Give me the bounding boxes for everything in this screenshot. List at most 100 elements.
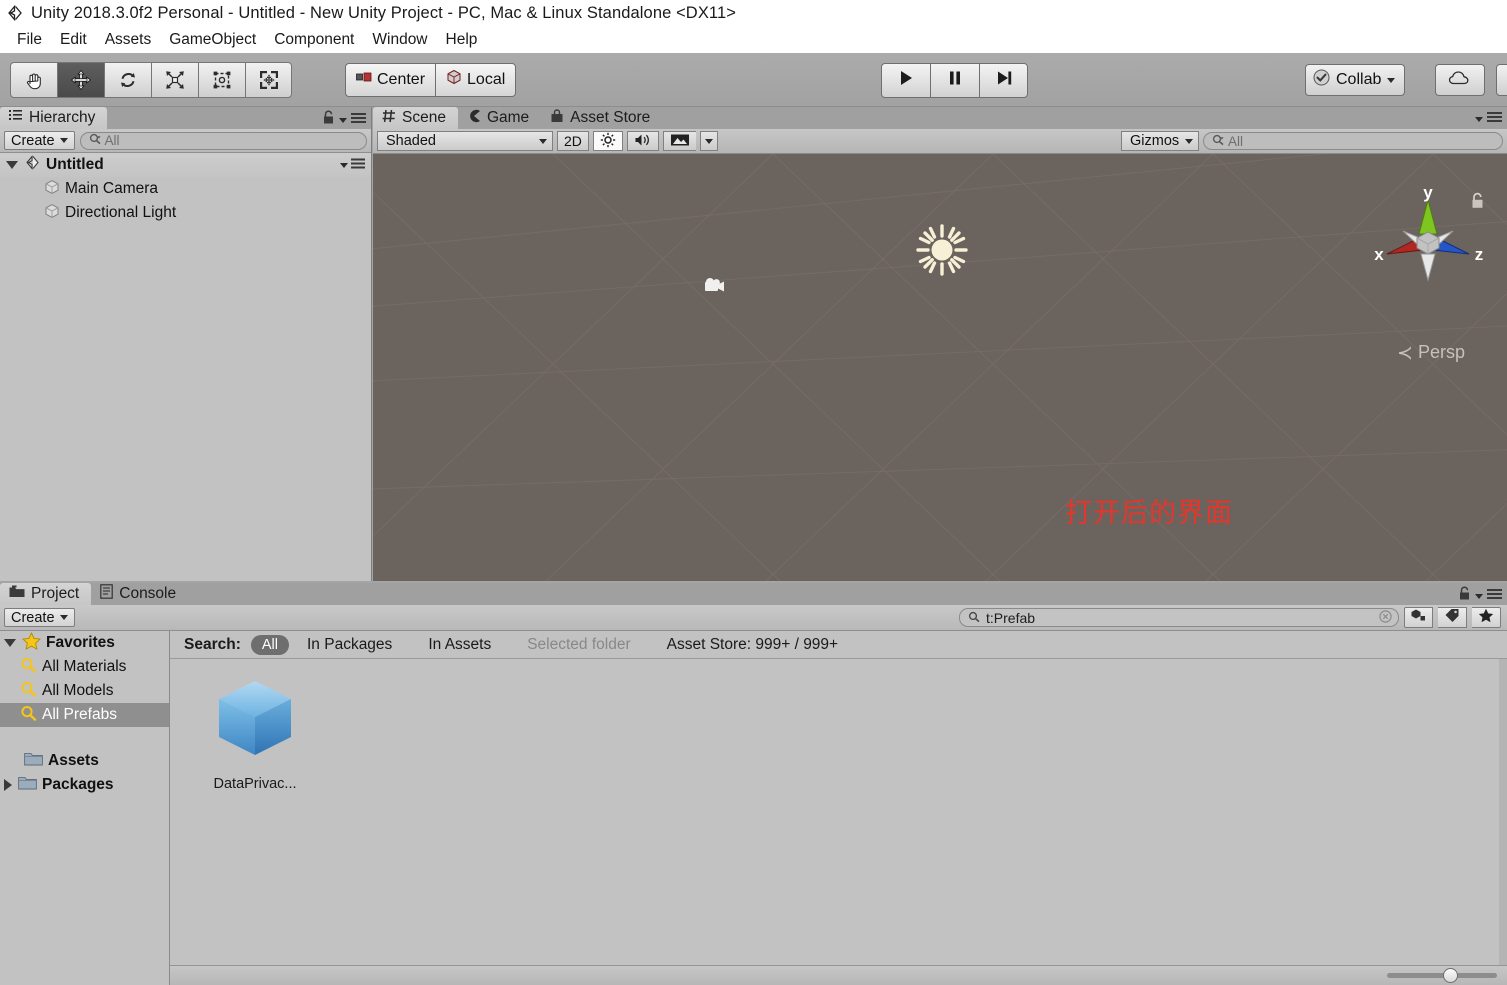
scene-viewport[interactable]: 打开后的界面 xyxy=(373,154,1507,581)
project-content: Search: All In Packages In Assets Select… xyxy=(170,631,1507,985)
lock-icon[interactable] xyxy=(322,110,335,130)
clear-x-icon[interactable] xyxy=(1379,610,1392,626)
hand-tool-button[interactable] xyxy=(10,62,57,98)
rect-tool-button[interactable] xyxy=(198,62,245,98)
search-filter-asset-store[interactable]: Asset Store: 999+ / 999+ xyxy=(649,636,856,654)
step-forward-icon xyxy=(994,68,1014,93)
scene-search-input[interactable]: All xyxy=(1203,132,1503,150)
chevron-down-icon[interactable] xyxy=(4,639,16,647)
hierarchy-item-directional-light[interactable]: Directional Light xyxy=(0,201,371,225)
pivot-mode-button[interactable]: Center xyxy=(345,63,435,97)
tab-console[interactable]: Console xyxy=(91,583,188,605)
draw-mode-dropdown[interactable]: Shaded xyxy=(377,131,553,151)
pause-button[interactable] xyxy=(930,63,979,98)
asset-item-dataprivacy[interactable]: DataPrivac... xyxy=(196,675,314,792)
hierarchy-create-label: Create xyxy=(11,133,55,149)
panel-menu-icon[interactable] xyxy=(1487,110,1502,128)
slider-knob[interactable] xyxy=(1443,968,1458,983)
saved-search-icon xyxy=(20,657,37,678)
collab-button[interactable]: Collab xyxy=(1305,64,1405,96)
favorite-filter-button[interactable] xyxy=(1472,607,1501,628)
chevron-down-icon xyxy=(340,163,348,168)
asset-zoom-slider[interactable] xyxy=(1387,969,1497,983)
account-button[interactable] xyxy=(1496,64,1507,96)
gizmos-dropdown[interactable]: Gizmos xyxy=(1121,131,1199,151)
rect-transform-icon xyxy=(211,69,233,91)
svg-text:x: x xyxy=(1374,245,1384,264)
project-search-input[interactable]: t:Prefab xyxy=(959,608,1399,627)
tab-asset-store[interactable]: Asset Store xyxy=(541,107,662,129)
rotate-tool-button[interactable] xyxy=(104,62,151,98)
toggle-lighting-button[interactable] xyxy=(593,131,623,151)
asset-grid-scrollbar[interactable] xyxy=(1499,659,1507,965)
saved-search-icon xyxy=(20,705,37,726)
toggle-audio-button[interactable] xyxy=(627,131,659,151)
hierarchy-scene-row[interactable]: Untitled xyxy=(0,153,371,177)
menu-component[interactable]: Component xyxy=(265,29,363,51)
project-tree-favorites[interactable]: Favorites xyxy=(0,631,169,655)
hierarchy-item-main-camera[interactable]: Main Camera xyxy=(0,177,371,201)
search-filter-in-packages[interactable]: In Packages xyxy=(289,636,410,654)
panel-menu-icon[interactable] xyxy=(351,111,366,129)
project-tree-all-models[interactable]: All Models xyxy=(0,679,169,703)
tab-game[interactable]: Game xyxy=(458,107,541,129)
menu-window[interactable]: Window xyxy=(363,29,436,51)
project-tree-all-materials[interactable]: All Materials xyxy=(0,655,169,679)
project-tree-label: Packages xyxy=(42,776,114,794)
camera-gizmo-icon[interactable] xyxy=(703,276,731,301)
label-tag-icon xyxy=(1444,608,1461,628)
tab-scene[interactable]: Scene xyxy=(373,107,458,129)
search-filter-all[interactable]: All xyxy=(251,635,289,655)
play-button[interactable] xyxy=(881,63,930,98)
effects-dropdown-button[interactable] xyxy=(700,131,718,151)
menu-gameobject[interactable]: GameObject xyxy=(160,29,265,51)
lock-icon[interactable] xyxy=(1458,586,1471,606)
hierarchy-create-button[interactable]: Create xyxy=(4,131,75,150)
scene-orientation-gizmo[interactable]: y x z xyxy=(1369,184,1487,302)
play-icon xyxy=(896,68,916,93)
type-filter-button[interactable] xyxy=(1404,607,1433,628)
hierarchy-scene-label: Untitled xyxy=(46,156,104,174)
label-filter-button[interactable] xyxy=(1438,607,1467,628)
pivot-local-icon xyxy=(446,69,462,90)
project-tree-assets[interactable]: Assets xyxy=(0,749,169,773)
saved-search-icon xyxy=(20,681,37,702)
hierarchy-header-icons xyxy=(322,110,366,130)
search-filter-selected-folder[interactable]: Selected folder xyxy=(509,636,648,654)
tab-game-label: Game xyxy=(487,109,529,127)
transform-tool-button[interactable] xyxy=(245,62,292,98)
asset-grid[interactable]: DataPrivac... xyxy=(170,659,1507,965)
project-tree-all-prefabs[interactable]: All Prefabs xyxy=(0,703,169,727)
hierarchy-search-input[interactable]: All xyxy=(80,132,367,150)
menu-help[interactable]: Help xyxy=(437,29,487,51)
scale-tool-button[interactable] xyxy=(151,62,198,98)
panel-menu-icon[interactable] xyxy=(1487,587,1502,605)
chevron-right-icon[interactable] xyxy=(4,779,12,791)
scene-row-menu[interactable] xyxy=(340,156,365,174)
projection-mode-label[interactable]: ≺ Persp xyxy=(1397,342,1465,365)
toggle-effects-button[interactable] xyxy=(663,131,696,151)
search-filter-in-assets[interactable]: In Assets xyxy=(410,636,509,654)
cloud-services-button[interactable] xyxy=(1435,64,1485,96)
chevron-down-icon[interactable] xyxy=(6,161,18,169)
tab-project[interactable]: Project xyxy=(0,583,91,605)
collab-label: Collab xyxy=(1336,71,1381,89)
pivot-rotation-button[interactable]: Local xyxy=(435,63,516,97)
toggle-2d-button[interactable]: 2D xyxy=(557,131,589,151)
asset-store-icon xyxy=(550,109,564,128)
scene-toolbar: Shaded 2D xyxy=(373,129,1507,154)
move-tool-button[interactable] xyxy=(57,62,104,98)
tab-hierarchy[interactable]: Hierarchy xyxy=(0,107,107,129)
play-controls-group xyxy=(881,63,1028,98)
directional-light-gizmo-icon[interactable] xyxy=(914,222,970,283)
project-create-button[interactable]: Create xyxy=(4,608,75,627)
pivot-mode-label: Center xyxy=(377,71,425,89)
menu-assets[interactable]: Assets xyxy=(96,29,161,51)
step-button[interactable] xyxy=(979,63,1028,98)
menu-file[interactable]: File xyxy=(8,29,51,51)
toggle-2d-label: 2D xyxy=(564,133,582,149)
menu-edit[interactable]: Edit xyxy=(51,29,96,51)
project-tree-packages[interactable]: Packages xyxy=(0,773,169,797)
project-panel: Project Console xyxy=(0,583,1507,985)
search-icon xyxy=(89,133,102,148)
